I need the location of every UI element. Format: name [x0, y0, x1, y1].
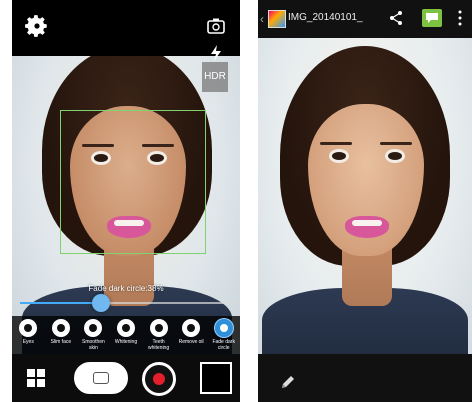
- gallery-bottom-bar: [258, 354, 472, 402]
- image-title: IMG_20140101_: [288, 12, 363, 23]
- switch-camera-icon[interactable]: [206, 16, 226, 36]
- beauty-tool-fade-dark-circle[interactable]: Fade dark circle: [210, 319, 238, 351]
- beauty-tool-slim-face[interactable]: Slim face: [47, 319, 75, 345]
- face-detection-box: [60, 110, 206, 254]
- beauty-tool-label: Slim face: [50, 339, 72, 345]
- hdr-button[interactable]: HDR: [202, 62, 228, 92]
- share-icon[interactable]: [388, 10, 404, 26]
- slider-fill: [20, 302, 102, 304]
- message-icon[interactable]: [422, 9, 442, 27]
- teeth-whitening-icon: [149, 319, 168, 337]
- grid-menu-icon[interactable]: [26, 368, 46, 388]
- overflow-menu-icon[interactable]: [458, 10, 462, 26]
- beauty-slider[interactable]: [20, 294, 234, 312]
- camera-bottom-bar: [12, 354, 240, 402]
- portrait-eye-right: [388, 152, 402, 160]
- gallery-app-icon[interactable]: [268, 10, 286, 28]
- slim-face-icon: [51, 319, 70, 337]
- flash-icon[interactable]: [209, 44, 223, 62]
- beauty-tool-whitening[interactable]: Whitening: [112, 319, 140, 345]
- slider-label: Fade dark circle:38%: [88, 284, 164, 293]
- gallery-screen: ‹ IMG_20140101_: [258, 0, 472, 402]
- camera-top-bar: [12, 0, 240, 56]
- record-button[interactable]: [142, 362, 176, 396]
- beauty-tool-label: Eyes: [22, 339, 34, 345]
- record-dot-icon: [153, 373, 165, 385]
- beauty-toolbar: Eyes Slim face Smoothen skin Whitening Teeth…: [12, 316, 240, 354]
- back-chevron-icon[interactable]: ‹: [260, 12, 264, 26]
- gallery-photo[interactable]: [258, 38, 472, 354]
- beauty-tool-label: Whitening: [114, 339, 138, 345]
- whitening-icon: [117, 319, 135, 337]
- shutter-button[interactable]: [74, 362, 128, 394]
- beauty-tool-remove-oil[interactable]: Remove oil: [177, 319, 205, 345]
- beauty-tool-label: Smoothen skin: [82, 339, 105, 351]
- fade-dark-circle-icon: [214, 319, 233, 337]
- remove-oil-icon: [182, 319, 201, 337]
- beauty-tool-label: Fade dark circle: [212, 339, 235, 351]
- pencil-icon[interactable]: [280, 374, 296, 390]
- portrait-teeth: [352, 220, 382, 226]
- portrait-brow-left: [320, 142, 352, 145]
- gallery-top-bar: ‹ IMG_20140101_: [258, 0, 472, 38]
- portrait-eye-left: [332, 152, 346, 160]
- beauty-tool-eyes[interactable]: Eyes: [14, 319, 42, 345]
- camera-icon: [93, 372, 109, 384]
- beauty-tool-label: Remove oil: [178, 339, 204, 345]
- smoothen-skin-icon: [84, 319, 103, 337]
- beauty-tool-smoothen-skin[interactable]: Smoothen skin: [79, 319, 107, 351]
- portrait-brow-right: [380, 142, 412, 145]
- beauty-tool-label: Teeth whitening: [147, 339, 170, 351]
- gallery-thumbnail[interactable]: [200, 362, 232, 394]
- camera-screen: HDR Fade dark circle:38% Eyes Slim face Sm…: [12, 0, 240, 402]
- beauty-tool-teeth-whitening[interactable]: Teeth whitening: [145, 319, 173, 351]
- gear-icon[interactable]: [24, 13, 50, 39]
- eye-icon: [19, 319, 38, 337]
